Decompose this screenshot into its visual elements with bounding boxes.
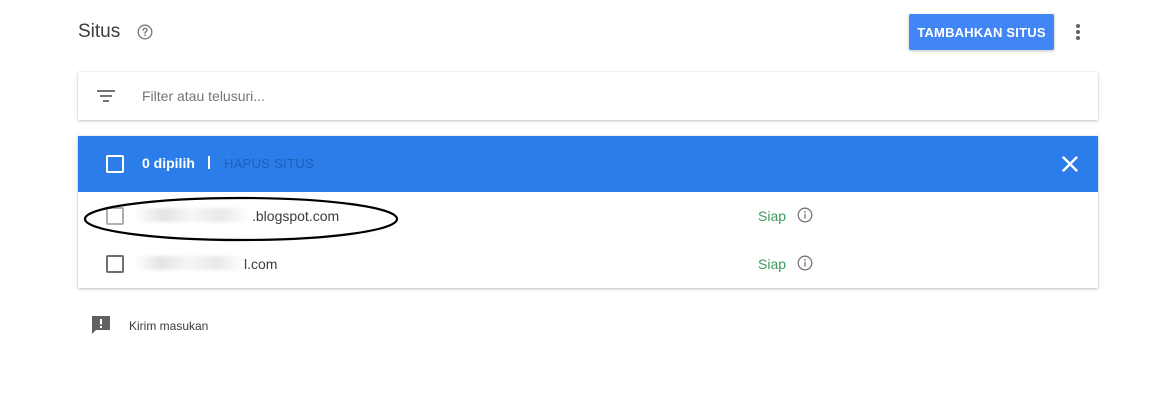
site-url[interactable]: .blogspot.com xyxy=(252,208,339,224)
help-circle-icon[interactable] xyxy=(137,24,153,40)
add-site-button[interactable]: TAMBAHKAN SITUS xyxy=(909,14,1054,50)
delete-sites-button[interactable]: HAPUS SITUS xyxy=(224,157,314,171)
redacted-text xyxy=(134,256,244,270)
table-row[interactable]: .blogspot.com Siap xyxy=(78,192,1098,241)
selection-toolbar: 0 dipilih HAPUS SITUS xyxy=(78,136,1098,192)
info-outline-icon[interactable] xyxy=(797,255,813,271)
page-title: Situs xyxy=(78,21,121,42)
feedback-icon xyxy=(92,316,110,334)
more-vert-icon[interactable] xyxy=(1066,20,1090,44)
site-url[interactable]: l.com xyxy=(244,256,277,272)
filter-list-icon[interactable] xyxy=(96,87,116,105)
info-outline-icon[interactable] xyxy=(797,207,813,223)
select-all-checkbox[interactable] xyxy=(106,155,124,173)
toolbar-divider xyxy=(208,156,210,169)
redacted-text xyxy=(134,208,250,222)
filter-search-input[interactable] xyxy=(142,84,1042,108)
status-label: Siap xyxy=(758,208,787,224)
row-checkbox[interactable] xyxy=(106,207,124,225)
feedback-label: Kirim masukan xyxy=(129,319,209,333)
status-label: Siap xyxy=(758,256,787,272)
sites-table: 0 dipilih HAPUS SITUS .blogspot.com Siap… xyxy=(78,136,1098,288)
filter-bar xyxy=(78,72,1098,120)
sites-page: Situs TAMBAHKAN SITUS 0 dipilih HAPUS SI… xyxy=(0,0,1151,418)
close-icon[interactable] xyxy=(1058,152,1082,176)
row-checkbox[interactable] xyxy=(106,255,124,273)
table-row[interactable]: l.com Siap xyxy=(78,240,1098,288)
selected-count: 0 dipilih xyxy=(142,155,195,171)
send-feedback-link[interactable]: Kirim masukan xyxy=(90,313,230,337)
